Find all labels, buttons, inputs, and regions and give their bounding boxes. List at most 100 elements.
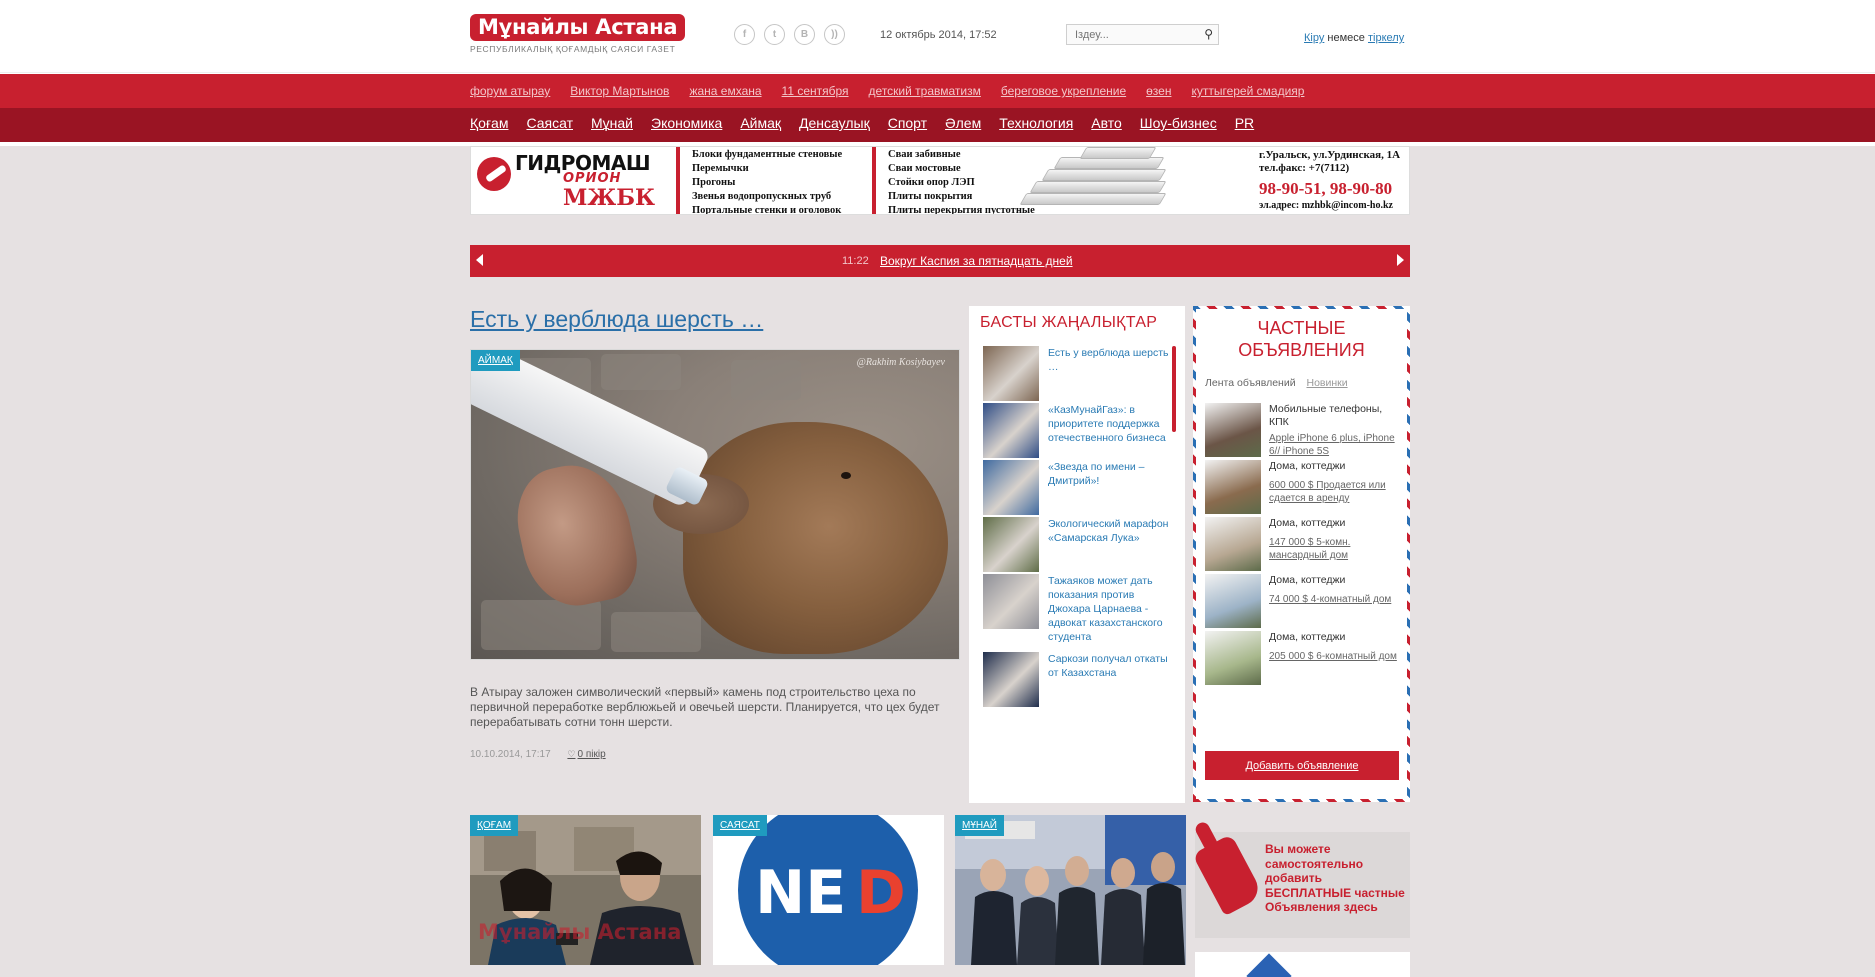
featured-category-badge[interactable]: АЙМАҚ: [471, 350, 520, 371]
camel-head: [683, 422, 948, 654]
search-icon[interactable]: ⚲: [1204, 27, 1213, 41]
nav-item-show-business[interactable]: Шоу-бизнес: [1140, 115, 1217, 131]
card-category-badge[interactable]: ҚОҒАМ: [470, 815, 519, 836]
article-card-image[interactable]: Мұнайлы Астана: [470, 815, 701, 965]
comments-count: 0 пікір: [577, 749, 606, 760]
featured-image[interactable]: АЙМАҚ @Rakhim Kosiybayev: [470, 349, 960, 660]
nav-item-sayasat[interactable]: Саясат: [526, 115, 573, 131]
add-classified-button[interactable]: Добавить объявление: [1205, 751, 1399, 780]
main-content: ГИДРОМАШ ОРИОН МЖБК Блоки фундаментные с…: [0, 146, 1875, 977]
tag-link[interactable]: өзен: [1146, 84, 1171, 98]
classified-thumbnail[interactable]: [1205, 460, 1261, 514]
banner-phones: 98-90-51, 98-90-80: [1259, 179, 1393, 198]
ticker-headline[interactable]: Вокруг Каспия за пятнадцать дней: [880, 254, 1073, 268]
news-thumbnail[interactable]: [983, 460, 1039, 515]
twitter-icon[interactable]: t: [764, 24, 785, 45]
nav-item-auto[interactable]: Авто: [1091, 115, 1122, 131]
ad-banner[interactable]: ГИДРОМАШ ОРИОН МЖБК Блоки фундаментные с…: [470, 146, 1410, 215]
news-thumbnail[interactable]: [983, 574, 1039, 629]
news-headline[interactable]: «КазМунайГаз»: в приоритете поддержка от…: [1048, 403, 1172, 445]
news-thumbnail[interactable]: [983, 346, 1039, 401]
classified-thumbnail[interactable]: [1205, 403, 1261, 457]
news-thumbnail[interactable]: [983, 403, 1039, 458]
logo-subtitle: РЕСПУБЛИКАЛЫҚ ҚОҒАМДЫҚ САЯСИ ГАЗЕТ: [470, 44, 676, 54]
classified-link[interactable]: Apple iPhone 6 plus, iPhone 6// iPhone 5…: [1269, 432, 1401, 458]
facebook-icon[interactable]: f: [734, 24, 755, 45]
nav-item-munai[interactable]: Мұнай: [591, 115, 633, 131]
photo-credit: @Rakhim Kosiybayev: [856, 357, 945, 368]
camel-eye: [841, 472, 851, 479]
nav-item-technology[interactable]: Технология: [999, 115, 1073, 131]
tag-link[interactable]: жана емхана: [689, 84, 761, 98]
card-category-badge[interactable]: САЯСАТ: [713, 815, 767, 836]
promo-text[interactable]: Вы можете самостоятельно добавить БЕСПЛА…: [1265, 842, 1405, 915]
classified-link[interactable]: 147 000 $ 5-комн. мансардный дом: [1269, 536, 1401, 562]
comments-link[interactable]: ♡ 0 пікір: [567, 749, 605, 760]
secondary-promo[interactable]: [1195, 952, 1410, 977]
article-card-image[interactable]: [955, 815, 1186, 965]
classified-link[interactable]: 205 000 $ 6-комнатный дом: [1269, 650, 1401, 663]
classified-thumbnail[interactable]: [1205, 631, 1261, 685]
news-headline[interactable]: Саркози получал откаты от Казахстана: [1048, 652, 1172, 680]
tag-link[interactable]: береговое укрепление: [1001, 84, 1126, 98]
tag-link[interactable]: форум атырау: [470, 84, 550, 98]
tag-link[interactable]: куттыгерей смадияр: [1191, 84, 1304, 98]
classifieds-heading: ЧАСТНЫЕ ОБЪЯВЛЕНИЯ: [1196, 317, 1407, 361]
tab-feed[interactable]: Лента объявлений: [1205, 377, 1296, 389]
register-link[interactable]: тіркелу: [1368, 32, 1404, 44]
article-card[interactable]: Мұнайлы Астана ҚОҒАМ: [470, 815, 701, 965]
news-scrollbar[interactable]: [1172, 346, 1176, 432]
tag-link[interactable]: детский травматизм: [869, 84, 981, 98]
article-card[interactable]: МҰНАЙ: [955, 815, 1186, 965]
tag-link[interactable]: 11 сентября: [782, 84, 849, 98]
ticker-prev-icon[interactable]: [476, 254, 483, 266]
tab-new[interactable]: Новинки: [1306, 377, 1347, 389]
logo-text[interactable]: Мұнайлы Астана: [470, 14, 686, 41]
article-card-image[interactable]: NE D: [713, 815, 944, 965]
tag-link[interactable]: Виктор Мартынов: [570, 84, 669, 98]
free-classifieds-promo[interactable]: Вы можете самостоятельно добавить БЕСПЛА…: [1192, 832, 1410, 938]
nav-item-pr[interactable]: PR: [1235, 115, 1254, 131]
classified-category: Дома, коттеджи: [1269, 631, 1346, 643]
banner-product: Звенья водопропускных труб: [692, 191, 832, 202]
banner-product: Перемычки: [692, 163, 749, 174]
featured-title[interactable]: Есть у верблюда шерсть …: [470, 306, 763, 333]
card-category-badge[interactable]: МҰНАЙ: [955, 815, 1004, 836]
classified-link[interactable]: 74 000 $ 4-комнатный дом: [1269, 593, 1401, 606]
nav-item-economy[interactable]: Экономика: [651, 115, 722, 131]
auth-or-text: немесе: [1327, 32, 1365, 44]
banner-product: Портальные стенки и оголовок: [692, 205, 842, 215]
banner-product: Блоки фундаментные стеновые: [692, 149, 843, 160]
banner-divider: [872, 147, 876, 214]
nav-item-qogam[interactable]: Қоғам: [470, 115, 508, 131]
pointing-hand-icon: [1192, 833, 1264, 917]
nav-item-world[interactable]: Әлем: [945, 115, 981, 131]
classified-link[interactable]: 600 000 $ Продается или сдается в аренду: [1269, 479, 1401, 505]
rss-icon[interactable]: )): [824, 24, 845, 45]
featured-date: 10.10.2014, 17:17: [470, 749, 551, 760]
news-headline[interactable]: Есть у верблюда шерсть …: [1048, 346, 1172, 374]
classified-thumbnail[interactable]: [1205, 517, 1261, 571]
news-headline[interactable]: Экологический марафон «Самарская Лука»: [1048, 517, 1172, 545]
ticker-next-icon[interactable]: [1397, 254, 1404, 266]
classified-category: Мобильные телефоны, КПК: [1269, 403, 1383, 428]
banner-divider: [676, 147, 680, 214]
search-input[interactable]: [1067, 25, 1195, 44]
news-thumbnail[interactable]: [983, 652, 1039, 707]
site-logo[interactable]: Мұнайлы Астана РЕСПУБЛИКАЛЫҚ ҚОҒАМДЫҚ СА…: [470, 14, 686, 54]
login-link[interactable]: Кіру: [1304, 32, 1324, 44]
banner-logo: ГИДРОМАШ ОРИОН МЖБК: [471, 147, 677, 214]
classified-category: Дома, коттеджи: [1269, 460, 1346, 472]
featured-meta: 10.10.2014, 17:17 ♡ 0 пікір: [470, 749, 606, 760]
nav-item-sport[interactable]: Спорт: [888, 115, 927, 131]
ticker-time: 11:22: [842, 255, 869, 267]
vk-icon[interactable]: В: [794, 24, 815, 45]
nav-item-health[interactable]: Денсаулық: [799, 115, 870, 131]
news-headline[interactable]: «Звезда по имени – Дмитрий»!: [1048, 460, 1172, 488]
article-card[interactable]: NE D САЯСАТ: [713, 815, 944, 965]
news-thumbnail[interactable]: [983, 517, 1039, 572]
nav-item-aimaq[interactable]: Аймақ: [740, 115, 781, 131]
main-news-heading: БАСТЫ ЖАҢАЛЫҚТАР: [980, 314, 1158, 331]
classified-thumbnail[interactable]: [1205, 574, 1261, 628]
news-headline[interactable]: Тажаяков может дать показания против Джо…: [1048, 574, 1172, 644]
